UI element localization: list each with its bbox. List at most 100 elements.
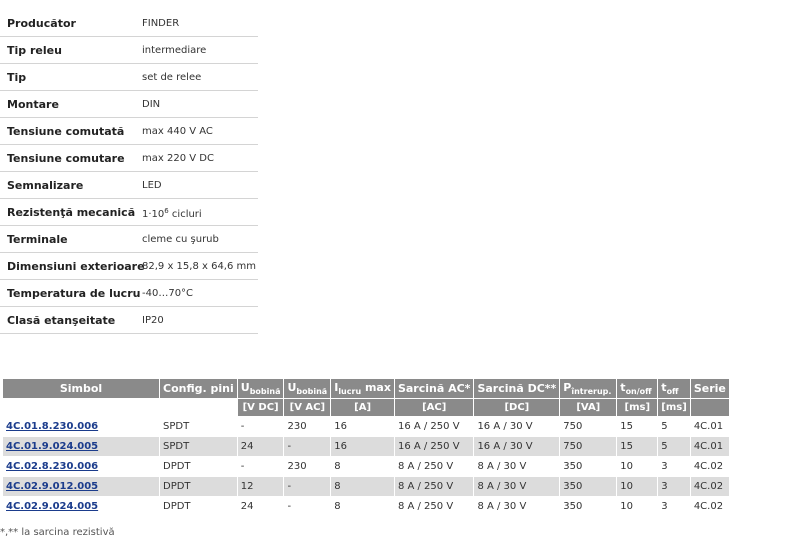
cell-load-ac: 16 A / 250 V	[394, 437, 474, 456]
unit-max-current: [A]	[331, 399, 394, 416]
cell-coil-voltage-dc: -	[237, 417, 284, 436]
col-header-load-ac: Sarcină AC*	[394, 379, 474, 398]
col-header-load-dc: Sarcină DC**	[474, 379, 560, 398]
header-suffix: max	[361, 381, 391, 394]
units-cell-empty	[3, 399, 159, 416]
spec-value: IP20	[142, 315, 164, 326]
spec-value: FINDER	[142, 18, 180, 29]
header-subscript: întrerup.	[571, 387, 612, 396]
unit-breaking-power: [VA]	[560, 399, 617, 416]
cell-max-current: 16	[331, 437, 394, 456]
cell-time-off: 5	[658, 417, 690, 436]
spec-row-signaling: Semnalizare LED	[0, 172, 258, 199]
cell-max-current: 16	[331, 417, 394, 436]
cell-config: SPDT	[160, 417, 237, 436]
unit-load-ac: [AC]	[394, 399, 474, 416]
spec-label: Semnalizare	[7, 179, 84, 192]
header-subscript: bobină	[296, 387, 328, 396]
cell-time-on-off: 15	[617, 437, 658, 456]
units-row: [V DC] [V AC] [A] [AC] [DC] [VA] [ms] [m…	[3, 399, 729, 416]
cell-time-off: 3	[658, 497, 690, 516]
spec-value: max 440 V AC	[142, 126, 213, 137]
cell-series: 4C.02	[690, 457, 729, 476]
table-row: 4C.02.9.012.005 DPDT 12 - 8 8 A / 250 V …	[3, 477, 729, 496]
col-header-time-on-off: ton/off	[617, 379, 658, 398]
spec-label: Rezistenţă mecanică	[7, 206, 136, 219]
col-header-config: Config. pini	[160, 379, 237, 398]
cell-coil-voltage-dc: 24	[237, 437, 284, 456]
cell-load-ac: 8 A / 250 V	[394, 457, 474, 476]
table-row: 4C.02.9.024.005 DPDT 24 - 8 8 A / 250 V …	[3, 497, 729, 516]
spec-label: Tip releu	[7, 44, 62, 57]
spec-value-base: 1·10	[142, 209, 165, 220]
cell-breaking-power: 350	[560, 477, 617, 496]
cell-max-current: 8	[331, 457, 394, 476]
cell-load-ac: 8 A / 250 V	[394, 497, 474, 516]
spec-value: DIN	[142, 99, 161, 110]
spec-row-mechanical-endurance: Rezistenţă mecanică 1·106 cicluri	[0, 199, 258, 226]
spec-label: Tensiune comutată	[7, 125, 125, 138]
units-cell-empty	[690, 399, 729, 416]
cell-time-on-off: 15	[617, 417, 658, 436]
cell-breaking-power: 750	[560, 417, 617, 436]
cell-series: 4C.01	[690, 437, 729, 456]
cell-load-ac: 16 A / 250 V	[394, 417, 474, 436]
spec-value: set de relee	[142, 72, 202, 83]
cell-series: 4C.02	[690, 497, 729, 516]
spec-value: max 220 V DC	[142, 153, 214, 164]
spec-label: Producător	[7, 17, 76, 30]
table-row: 4C.01.9.024.005 SPDT 24 - 16 16 A / 250 …	[3, 437, 729, 456]
cell-load-ac: 8 A / 250 V	[394, 477, 474, 496]
product-code-link[interactable]: 4C.01.9.024.005	[3, 437, 159, 456]
table-row: 4C.02.8.230.006 DPDT - 230 8 8 A / 250 V…	[3, 457, 729, 476]
cell-config: DPDT	[160, 457, 237, 476]
spec-row-operating-temperature: Temperatura de lucru -40…70°C	[0, 280, 258, 307]
cell-load-dc: 16 A / 30 V	[474, 417, 560, 436]
spec-row-dimensions: Dimensiuni exterioare 82,9 x 15,8 x 64,6…	[0, 253, 258, 280]
product-code-link[interactable]: 4C.02.9.012.005	[3, 477, 159, 496]
cell-load-dc: 16 A / 30 V	[474, 437, 560, 456]
spec-label: Tip	[7, 71, 27, 84]
cell-time-on-off: 10	[617, 477, 658, 496]
cell-coil-voltage-ac: 230	[284, 417, 331, 436]
cell-time-off: 3	[658, 477, 690, 496]
spec-label: Terminale	[7, 233, 68, 246]
spec-label: Tensiune comutare	[7, 152, 125, 165]
cell-max-current: 8	[331, 477, 394, 496]
cell-load-dc: 8 A / 30 V	[474, 477, 560, 496]
product-code-link[interactable]: 4C.01.8.230.006	[3, 417, 159, 436]
spec-label: Clasă etanşeitate	[7, 314, 116, 327]
cell-coil-voltage-dc: 12	[237, 477, 284, 496]
col-header-symbol: Simbol	[3, 379, 159, 398]
cell-breaking-power: 750	[560, 437, 617, 456]
col-header-breaking-power: Pîntrerup.	[560, 379, 617, 398]
cell-time-on-off: 10	[617, 457, 658, 476]
cell-coil-voltage-ac: 230	[284, 457, 331, 476]
spec-label: Dimensiuni exterioare	[7, 260, 145, 273]
unit-coil-voltage-ac: [V AC]	[284, 399, 331, 416]
cell-coil-voltage-dc: -	[237, 457, 284, 476]
cell-coil-voltage-ac: -	[284, 437, 331, 456]
col-header-coil-voltage-dc: Ubobină	[237, 379, 284, 398]
cell-time-on-off: 10	[617, 497, 658, 516]
footnote: *,** la sarcina rezistivă	[0, 527, 115, 538]
cell-config: DPDT	[160, 477, 237, 496]
cell-load-dc: 8 A / 30 V	[474, 457, 560, 476]
specifications-table: Producător FINDER Tip releu intermediare…	[0, 10, 258, 334]
spec-value: intermediare	[142, 45, 207, 56]
unit-coil-voltage-dc: [V DC]	[237, 399, 284, 416]
products-table: Simbol Config. pini Ubobină Ubobină Iluc…	[2, 378, 730, 517]
spec-row-relay-type: Tip releu intermediare	[0, 37, 258, 64]
spec-row-mounting: Montare DIN	[0, 91, 258, 118]
product-code-link[interactable]: 4C.02.8.230.006	[3, 457, 159, 476]
product-code-link[interactable]: 4C.02.9.024.005	[3, 497, 159, 516]
spec-value-unit: cicluri	[168, 209, 202, 220]
header-subscript: off	[666, 387, 679, 396]
spec-value: LED	[142, 180, 162, 191]
header-subscript: lucru	[338, 387, 362, 396]
cell-coil-voltage-ac: -	[284, 477, 331, 496]
cell-config: DPDT	[160, 497, 237, 516]
header-row: Simbol Config. pini Ubobină Ubobină Iluc…	[3, 379, 729, 398]
spec-value: 1·106 cicluri	[142, 207, 202, 220]
spec-value: cleme cu şurub	[142, 234, 219, 245]
